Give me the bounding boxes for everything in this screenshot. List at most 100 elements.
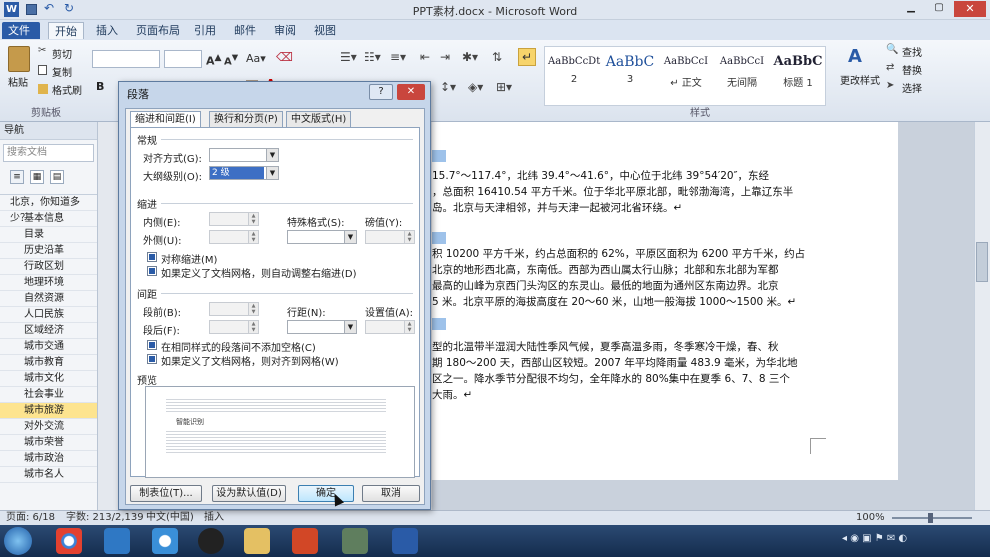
find-icon[interactable]: 🔍 [886, 44, 898, 55]
chrome-icon[interactable] [56, 528, 82, 554]
status-page[interactable]: 页面: 6/18 [6, 511, 55, 525]
line-spacing-icon[interactable]: ↕▾ [440, 80, 456, 94]
powerpoint-icon[interactable] [292, 528, 318, 554]
style-item[interactable]: AaBbC 标题 1 [771, 49, 825, 101]
tab-asian-typography[interactable]: 中文版式(H) [286, 111, 352, 128]
nav-search-input[interactable]: 搜索文档 [3, 144, 94, 162]
numbering-icon[interactable]: ☷▾ [364, 50, 381, 64]
close-button[interactable]: ✕ [954, 1, 986, 17]
sort-icon[interactable]: ⇅ [492, 50, 502, 64]
nav-heading-item[interactable]: 地理环境 [0, 275, 97, 291]
copy-icon[interactable] [38, 65, 47, 75]
bullets-icon[interactable]: ☰▾ [340, 50, 357, 64]
decrease-indent-icon[interactable]: ⇤ [420, 50, 430, 64]
paste-button[interactable]: 粘贴 [8, 74, 28, 89]
nav-heading-item[interactable]: 区域经济 [0, 323, 97, 339]
change-styles-icon[interactable]: A [848, 46, 862, 67]
dialog-close-button[interactable]: ✕ [397, 84, 425, 100]
line-spacing-select[interactable]: ▼ [287, 320, 357, 334]
scrollbar-thumb[interactable] [976, 242, 988, 282]
cut-icon[interactable]: ✂ [38, 45, 46, 56]
tab-page-layout[interactable]: 页面布局 [130, 22, 186, 39]
shrink-font-icon[interactable]: A▼ [224, 52, 238, 67]
shading-icon[interactable]: ◈▾ [468, 80, 483, 94]
replace-button[interactable]: 替换 [902, 62, 922, 77]
space-after-spinner[interactable]: ▲ ▼ [209, 320, 259, 334]
tab-stops-button[interactable]: 制表位(T)... [130, 485, 202, 502]
word-taskbar-icon[interactable] [392, 528, 418, 554]
start-button-icon[interactable] [4, 527, 32, 555]
tab-mailings[interactable]: 邮件 [228, 22, 262, 39]
nav-heading-item[interactable]: 自然资源 [0, 291, 97, 307]
nav-heading-item[interactable]: 历史沿革 [0, 243, 97, 259]
tab-view[interactable]: 视图 [308, 22, 342, 39]
system-tray-icons[interactable]: ◂ ◉ ▣ ⚑ ✉ ◐ [842, 533, 982, 549]
change-styles-button[interactable]: 更改样式 [840, 72, 880, 87]
clear-format-icon[interactable]: ⌫ [276, 50, 293, 64]
format-painter-button[interactable]: 格式刷 [52, 82, 82, 97]
ok-button[interactable]: 确定 [298, 485, 354, 502]
tab-file[interactable]: 文件 [2, 22, 40, 39]
style-item[interactable]: AaBbCcI 无间隔 [715, 49, 769, 101]
tab-insert[interactable]: 插入 [90, 22, 124, 39]
borders-icon[interactable]: ⊞▾ [496, 80, 512, 94]
nav-heading-item[interactable]: 人口民族 [0, 307, 97, 323]
status-language[interactable]: 中文(中国) [146, 511, 194, 525]
nav-heading-item[interactable]: 城市荣誉 [0, 435, 97, 451]
multilevel-list-icon[interactable]: ≡▾ [390, 50, 406, 64]
font-size-select[interactable] [164, 50, 202, 68]
maximize-button[interactable]: ▢ [926, 2, 952, 16]
change-case-icon[interactable]: Aa▾ [246, 52, 266, 65]
nav-heading-item[interactable]: 城市文化 [0, 371, 97, 387]
nav-heading-item[interactable]: 城市名人 [0, 467, 97, 483]
status-insert-mode[interactable]: 插入 [204, 511, 224, 525]
tab-indent-spacing[interactable]: 缩进和间距(I) [130, 111, 201, 128]
tab-home[interactable]: 开始 [48, 22, 84, 39]
space-before-spinner[interactable]: ▲ ▼ [209, 302, 259, 316]
browser-icon[interactable] [152, 528, 178, 554]
chinese-layout-icon[interactable]: ✱▾ [462, 50, 478, 64]
select-button[interactable]: 选择 [902, 80, 922, 95]
mirror-indents-checkbox[interactable] [147, 252, 157, 262]
show-marks-icon[interactable]: ↵ [518, 48, 536, 66]
zoom-slider-thumb[interactable] [928, 513, 933, 523]
indent-outside-spinner[interactable]: ▲ ▼ [209, 230, 259, 244]
qq-icon[interactable] [198, 528, 224, 554]
no-space-same-style-checkbox[interactable] [147, 340, 157, 350]
bold-icon[interactable]: B [96, 80, 104, 93]
find-button[interactable]: 查找 [902, 44, 922, 59]
font-name-select[interactable] [92, 50, 160, 68]
indent-inside-spinner[interactable]: ▲ ▼ [209, 212, 259, 226]
alignment-select[interactable]: ▼ [209, 148, 279, 162]
media-player-icon[interactable] [104, 528, 130, 554]
browse-headings-icon[interactable]: ≡ [10, 170, 24, 184]
style-item[interactable]: AaBbCcDt 2 [547, 49, 601, 101]
dialog-help-button[interactable]: ? [369, 84, 393, 100]
paste-icon[interactable] [8, 46, 30, 72]
nav-heading-item[interactable]: 城市教育 [0, 355, 97, 371]
file-explorer-icon[interactable] [244, 528, 270, 554]
tab-references[interactable]: 引用 [188, 22, 222, 39]
format-painter-icon[interactable] [38, 84, 48, 94]
nav-heading-item[interactable]: 城市政治 [0, 451, 97, 467]
minimize-button[interactable]: ▁ [898, 2, 924, 16]
snap-to-grid-checkbox[interactable] [147, 354, 157, 364]
outline-level-select[interactable]: 2 级 ▼ [209, 166, 279, 180]
cut-button[interactable]: 剪切 [52, 46, 72, 61]
browse-pages-icon[interactable]: ▦ [30, 170, 44, 184]
grow-font-icon[interactable]: A▲ [206, 52, 222, 68]
copy-button[interactable]: 复制 [52, 64, 72, 79]
auto-adjust-indent-checkbox[interactable] [147, 266, 157, 276]
browse-results-icon[interactable]: ▤ [50, 170, 64, 184]
nav-heading-item[interactable]: 行政区划 [0, 259, 97, 275]
spacing-at-spinner[interactable]: ▲ ▼ [365, 320, 415, 334]
set-as-default-button[interactable]: 设为默认值(D) [212, 485, 286, 502]
select-icon[interactable]: ➤ [886, 80, 894, 91]
app-icon[interactable] [342, 528, 368, 554]
nav-heading-item[interactable]: 社会事业 [0, 387, 97, 403]
nav-heading-item[interactable]: 城市交通 [0, 339, 97, 355]
increase-indent-icon[interactable]: ⇥ [440, 50, 450, 64]
style-item[interactable]: AaBbC 3 [603, 49, 657, 101]
document-page[interactable]: 15.7°～117.4°，北纬 39.4°～41.6°，中心位于北纬 39°54… [432, 122, 898, 480]
indent-by-spinner[interactable]: ▲ ▼ [365, 230, 415, 244]
